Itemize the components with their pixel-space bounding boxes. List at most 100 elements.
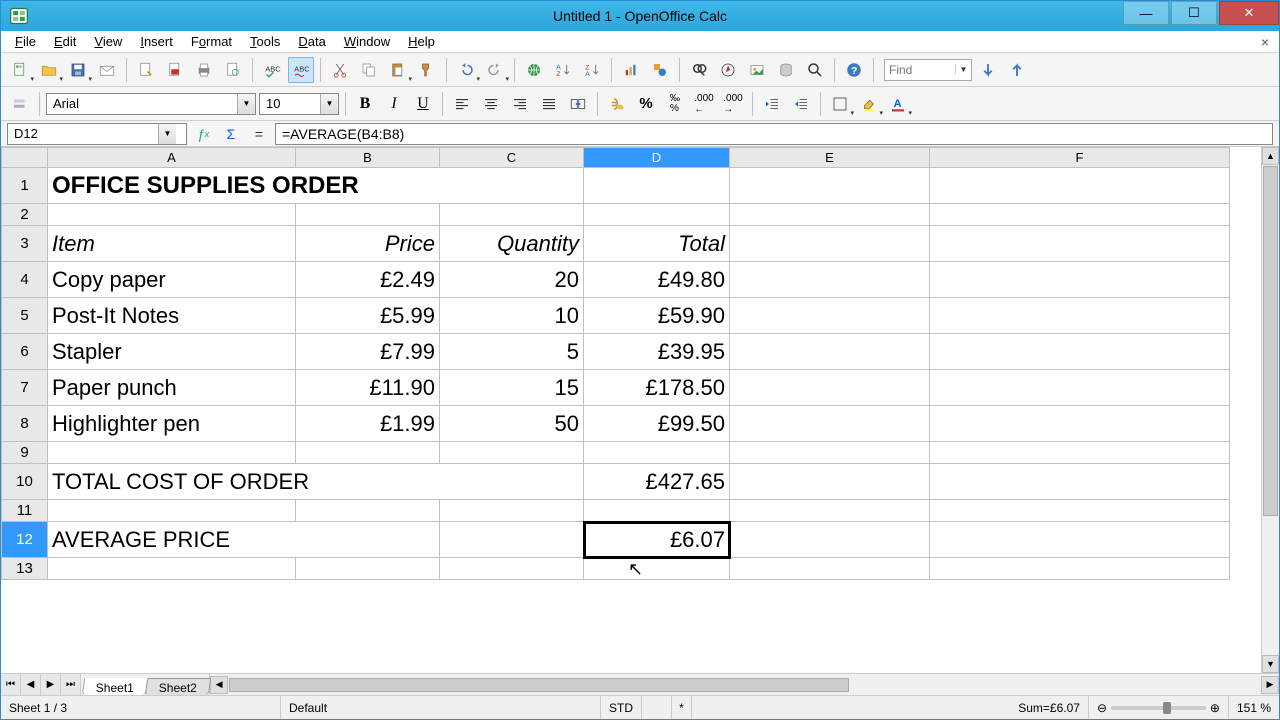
function-button[interactable]: = (247, 123, 271, 145)
find-input[interactable] (885, 63, 955, 77)
find-button[interactable] (686, 57, 712, 83)
italic-button[interactable]: I (381, 91, 407, 117)
email-button[interactable] (94, 57, 120, 83)
copy-button[interactable] (356, 57, 382, 83)
row-header-11[interactable]: 11 (2, 500, 48, 522)
sort-asc-button[interactable]: AZ (550, 57, 576, 83)
cell-a7[interactable]: Paper punch (48, 370, 296, 406)
help-button[interactable]: ? (841, 57, 867, 83)
menu-view[interactable]: View (86, 32, 130, 51)
scroll-thumb[interactable] (1263, 166, 1278, 516)
cell-d1[interactable] (584, 168, 730, 204)
formula-input[interactable] (275, 123, 1273, 145)
row-header-2[interactable]: 2 (2, 204, 48, 226)
underline-button[interactable]: U (410, 91, 436, 117)
status-sum[interactable]: Sum=£6.07 (692, 696, 1089, 719)
status-style[interactable]: Default (281, 696, 601, 719)
sum-button[interactable]: Σ (219, 123, 243, 145)
cell-d7[interactable]: £178.50 (584, 370, 730, 406)
auto-spellcheck-button[interactable]: ABC (288, 57, 314, 83)
vertical-scrollbar[interactable]: ▲ ▼ (1261, 147, 1279, 673)
hscroll-thumb[interactable] (229, 678, 849, 692)
scroll-up-button[interactable]: ▲ (1262, 147, 1279, 165)
scroll-right-button[interactable]: ▶ (1261, 676, 1279, 694)
menu-file[interactable]: File (7, 32, 44, 51)
cell-a3[interactable]: Item (48, 226, 296, 262)
menu-window[interactable]: Window (336, 32, 398, 51)
close-button[interactable]: ✕ (1219, 1, 1279, 25)
menu-tools[interactable]: Tools (242, 32, 288, 51)
add-decimal-button[interactable]: .000← (691, 91, 717, 117)
row-header-9[interactable]: 9 (2, 442, 48, 464)
gallery-button[interactable] (744, 57, 770, 83)
maximize-button[interactable]: ☐ (1171, 1, 1217, 25)
row-header-8[interactable]: 8 (2, 406, 48, 442)
zoom-thumb[interactable] (1163, 702, 1171, 714)
cell-d5[interactable]: £59.90 (584, 298, 730, 334)
scroll-left-button[interactable]: ◀ (210, 676, 228, 694)
standard-format-button[interactable]: ‰% (662, 91, 688, 117)
show-draw-button[interactable] (647, 57, 673, 83)
horizontal-scrollbar[interactable]: ◀ ▶ (209, 674, 1279, 695)
cell-a6[interactable]: Stapler (48, 334, 296, 370)
font-size-dropdown[interactable]: ▼ (320, 94, 338, 114)
cell-a5[interactable]: Post-It Notes (48, 298, 296, 334)
cell-a2[interactable] (48, 204, 296, 226)
cell-reference-input[interactable] (8, 126, 158, 141)
font-name-dropdown[interactable]: ▼ (237, 94, 255, 114)
row-header-5[interactable]: 5 (2, 298, 48, 334)
cell-b3[interactable]: Price (296, 226, 440, 262)
sheet-tab-1[interactable]: Sheet1 (82, 678, 148, 695)
col-header-c[interactable]: C (440, 148, 584, 168)
cell-c4[interactable]: 20 (440, 262, 584, 298)
align-right-button[interactable] (507, 91, 533, 117)
tab-nav-first[interactable]: ⏮ (1, 674, 21, 695)
zoom-slider[interactable]: ⊖ ⊕ (1089, 696, 1229, 719)
navigator-button[interactable] (715, 57, 741, 83)
col-header-f[interactable]: F (930, 148, 1230, 168)
cell-grid[interactable]: A B C D E F 1OFFICE SUPPLIES ORDER 2 3 I… (1, 147, 1261, 673)
align-justify-button[interactable] (536, 91, 562, 117)
row-header-10[interactable]: 10 (2, 464, 48, 500)
name-box[interactable]: ▼ (7, 123, 187, 145)
row-header-12[interactable]: 12 (2, 522, 48, 558)
cell-b4[interactable]: £2.49 (296, 262, 440, 298)
edit-file-button[interactable] (133, 57, 159, 83)
minimize-button[interactable]: — (1123, 1, 1169, 25)
increase-indent-button[interactable] (788, 91, 814, 117)
cell-c6[interactable]: 5 (440, 334, 584, 370)
cell-a10[interactable]: TOTAL COST OF ORDER (48, 464, 584, 500)
menu-insert[interactable]: Insert (132, 32, 181, 51)
cell-b5[interactable]: £5.99 (296, 298, 440, 334)
cell-c5[interactable]: 10 (440, 298, 584, 334)
bold-button[interactable]: B (352, 91, 378, 117)
font-name-input[interactable] (47, 96, 237, 111)
spellcheck-button[interactable]: ABC (259, 57, 285, 83)
align-left-button[interactable] (449, 91, 475, 117)
styles-button[interactable] (7, 91, 33, 117)
cell-a8[interactable]: Highlighter pen (48, 406, 296, 442)
fontcolor-button[interactable]: A▾ (885, 91, 911, 117)
cell-a1[interactable]: OFFICE SUPPLIES ORDER (48, 168, 584, 204)
align-center-button[interactable] (478, 91, 504, 117)
remove-decimal-button[interactable]: .000→ (720, 91, 746, 117)
chart-button[interactable] (618, 57, 644, 83)
save-button[interactable]: ▾ (65, 57, 91, 83)
menu-edit[interactable]: Edit (46, 32, 84, 51)
decrease-indent-button[interactable] (759, 91, 785, 117)
print-preview-button[interactable] (220, 57, 246, 83)
col-header-b[interactable]: B (296, 148, 440, 168)
print-button[interactable] (191, 57, 217, 83)
row-header-3[interactable]: 3 (2, 226, 48, 262)
status-mode[interactable]: STD (601, 696, 642, 719)
cell-d6[interactable]: £39.95 (584, 334, 730, 370)
row-header-1[interactable]: 1 (2, 168, 48, 204)
function-wizard-button[interactable]: ƒx (191, 123, 215, 145)
redo-button[interactable]: ▾ (482, 57, 508, 83)
font-size-input[interactable] (260, 96, 320, 111)
menu-data[interactable]: Data (290, 32, 333, 51)
paste-button[interactable]: ▾ (385, 57, 411, 83)
status-zoom[interactable]: 151 % (1229, 696, 1279, 719)
col-header-d[interactable]: D (584, 148, 730, 168)
zoom-button[interactable] (802, 57, 828, 83)
